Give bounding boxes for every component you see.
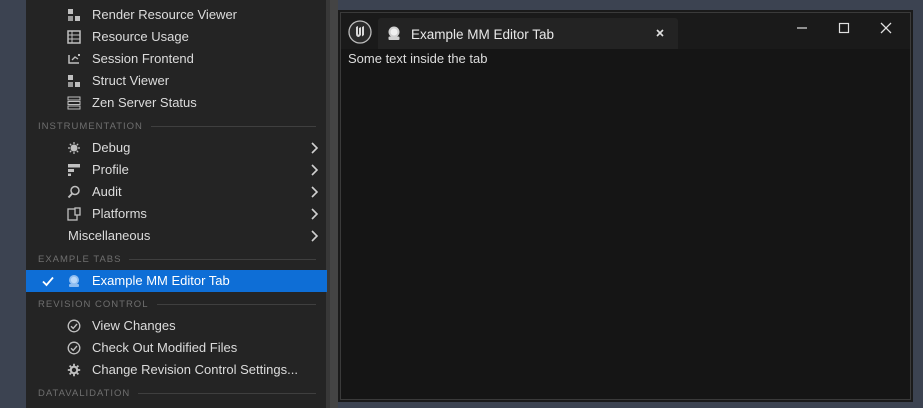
profile-icon: [68, 164, 80, 176]
checkmark-icon: [42, 276, 54, 287]
menu-item-audit[interactable]: Audit: [26, 181, 327, 203]
menu-item-label: Zen Server Status: [92, 95, 197, 110]
blocks-icon: [68, 75, 80, 87]
menu-item-change-revision-control-settings[interactable]: Change Revision Control Settings...: [26, 359, 327, 381]
menu-item-label: Change Revision Control Settings...: [92, 362, 298, 377]
menu-scrollbar[interactable]: [330, 0, 338, 408]
menu-item-debug[interactable]: Debug: [26, 137, 327, 159]
platforms-icon: [67, 207, 81, 221]
menu-item-label: Render Resource Viewer: [92, 7, 237, 22]
menu-item-label: Miscellaneous: [68, 228, 151, 243]
minimize-button[interactable]: [787, 17, 817, 39]
tab-label: Example MM Editor Tab: [411, 27, 555, 42]
menu-item-view-changes[interactable]: View Changes: [26, 315, 327, 337]
chevron-right-icon: [311, 208, 319, 220]
tools-menu: Render Resource Viewer Resource Usage Se…: [26, 0, 330, 408]
menu-item-label: Example MM Editor Tab: [92, 273, 230, 288]
chevron-right-icon: [311, 186, 319, 198]
section-header-instrumentation: INSTRUMENTATION: [38, 120, 316, 132]
bug-icon: [68, 142, 80, 154]
editor-tab-window: Example MM Editor Tab Some text inside t…: [340, 12, 911, 400]
menu-item-resource-usage[interactable]: Resource Usage: [26, 26, 327, 48]
menu-item-zen-server-status[interactable]: Zen Server Status: [26, 92, 327, 114]
check-circle-icon: [67, 319, 81, 333]
gear-icon: [67, 363, 81, 377]
check-circle-icon: [67, 341, 81, 355]
section-header-datavalidation: DATAVALIDATION: [38, 387, 316, 399]
section-title: INSTRUMENTATION: [38, 120, 143, 132]
maximize-button[interactable]: [829, 17, 859, 39]
section-title: DATAVALIDATION: [38, 387, 131, 399]
menu-item-profile[interactable]: Profile: [26, 159, 327, 181]
menu-item-session-frontend[interactable]: Session Frontend: [26, 48, 327, 70]
section-divider: [129, 258, 316, 260]
menu-item-label: Check Out Modified Files: [92, 340, 238, 355]
section-divider: [150, 125, 316, 127]
chevron-right-icon: [311, 230, 319, 242]
tab-icon: [388, 26, 400, 40]
window-titlebar[interactable]: Example MM Editor Tab: [341, 13, 910, 49]
section-divider: [156, 303, 316, 305]
tab-content-text: Some text inside the tab: [348, 51, 488, 66]
unreal-logo-icon: [348, 20, 372, 44]
menu-item-label: Platforms: [92, 206, 147, 221]
tab-icon: [69, 275, 79, 287]
menu-item-label: Struct Viewer: [92, 73, 170, 88]
close-icon[interactable]: [654, 27, 666, 39]
menu-item-platforms[interactable]: Platforms: [26, 203, 327, 225]
audit-icon: [67, 185, 80, 199]
menu-item-label: Session Frontend: [92, 51, 194, 66]
section-header-example-tabs: EXAMPLE TABS: [38, 253, 316, 265]
menu-item-example-mm-editor-tab[interactable]: Example MM Editor Tab: [26, 270, 327, 292]
menu-item-label: Resource Usage: [92, 29, 189, 44]
blocks-icon: [68, 9, 80, 21]
menu-item-label: Profile: [92, 162, 129, 177]
menu-item-miscellaneous[interactable]: Miscellaneous: [26, 225, 327, 247]
table-icon: [67, 30, 81, 44]
chevron-right-icon: [311, 142, 319, 154]
menu-item-label: Audit: [92, 184, 122, 199]
menu-item-label: View Changes: [92, 318, 176, 333]
tab-example-mm-editor[interactable]: Example MM Editor Tab: [378, 18, 678, 49]
section-header-revision-control: REVISION CONTROL: [38, 298, 316, 310]
close-window-button[interactable]: [871, 17, 901, 39]
server-icon: [67, 96, 81, 110]
section-divider: [138, 392, 316, 394]
chevron-right-icon: [311, 164, 319, 176]
section-title: EXAMPLE TABS: [38, 253, 122, 265]
frontend-icon: [68, 54, 80, 64]
menu-item-check-out-modified-files[interactable]: Check Out Modified Files: [26, 337, 327, 359]
menu-item-render-resource-viewer[interactable]: Render Resource Viewer: [26, 4, 327, 26]
section-title: REVISION CONTROL: [38, 298, 149, 310]
menu-item-label: Debug: [92, 140, 131, 155]
menu-item-struct-viewer[interactable]: Struct Viewer: [26, 70, 327, 92]
